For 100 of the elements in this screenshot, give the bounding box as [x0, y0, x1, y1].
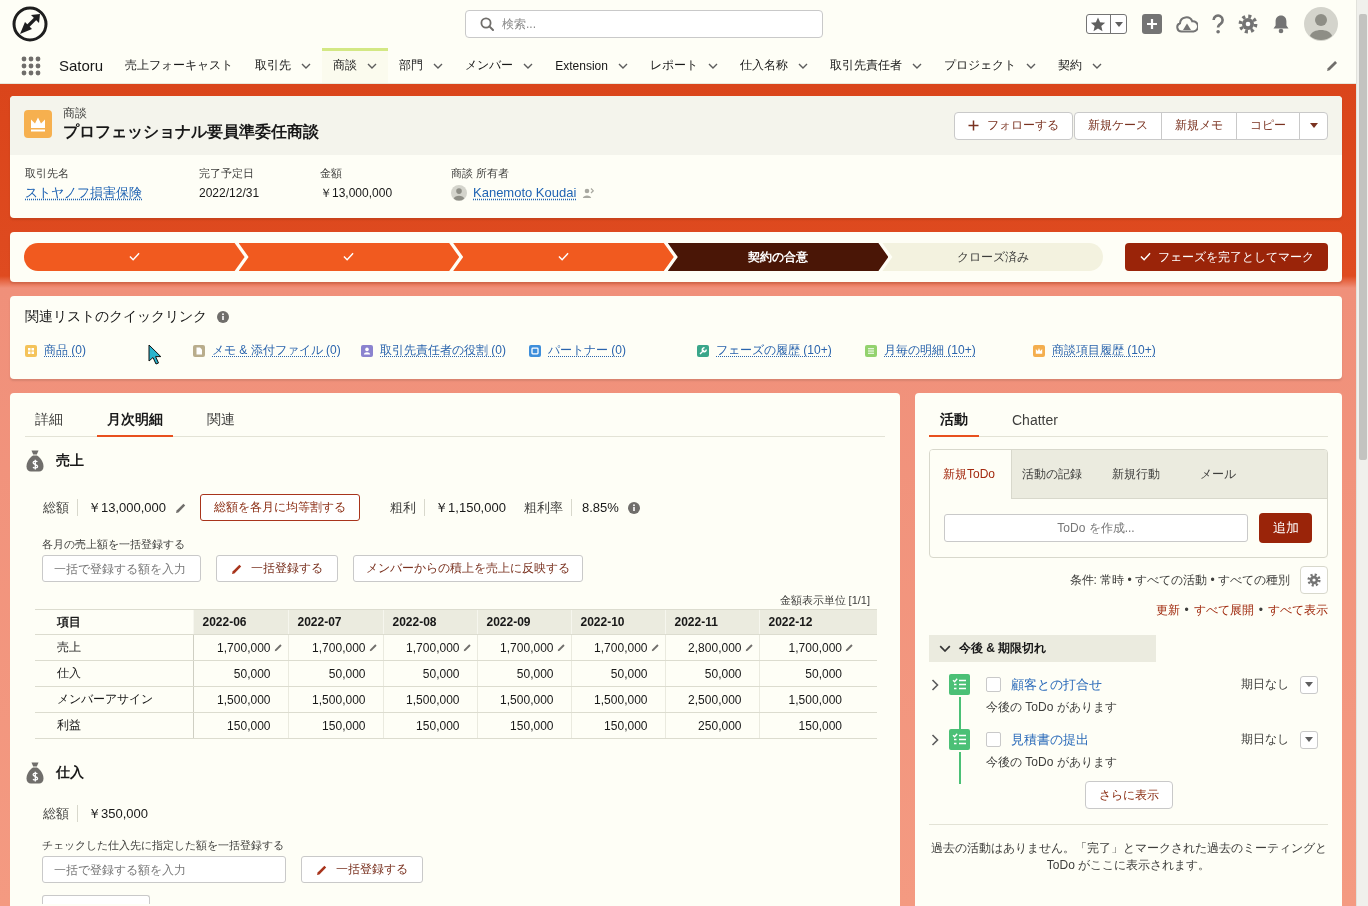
show-more-button[interactable]: さらに表示: [1084, 781, 1173, 809]
chevron-right-icon[interactable]: [931, 678, 939, 691]
nav-tab[interactable]: 商談: [322, 48, 389, 83]
chevron-down-icon[interactable]: [939, 644, 951, 653]
composer-tab[interactable]: 新規行動: [1102, 450, 1190, 498]
tab[interactable]: 活動: [929, 405, 979, 437]
nav-tab[interactable]: 取引先: [244, 48, 323, 83]
table-cell[interactable]: 1,700,000: [383, 634, 477, 661]
nav-tab[interactable]: 部門: [388, 48, 455, 83]
filter-settings-button[interactable]: [1300, 566, 1328, 594]
bell-icon[interactable]: [1272, 14, 1290, 34]
activity-link[interactable]: すべて展開: [1193, 603, 1254, 617]
nav-tab[interactable]: 契約: [1046, 48, 1113, 83]
tab[interactable]: 月次明細: [97, 405, 173, 437]
section-header[interactable]: 今後 & 期限切れ: [929, 635, 1156, 662]
info-icon[interactable]: [627, 501, 640, 514]
scrollbar[interactable]: [1356, 0, 1368, 906]
related-list-link[interactable]: 取引先責任者の役割 (0): [380, 342, 506, 359]
mark-stage-complete-button[interactable]: フェーズを完了としてマーク: [1125, 243, 1328, 271]
table-cell[interactable]: 2,800,000: [665, 634, 759, 661]
task-link[interactable]: 顧客との打合せ: [1011, 675, 1102, 694]
action-button[interactable]: コピー: [1236, 111, 1300, 140]
table-cell[interactable]: 1,700,000: [759, 634, 877, 661]
nav-tab[interactable]: レポート: [638, 48, 729, 83]
table-cell[interactable]: 1,700,000: [477, 634, 571, 661]
chevron-right-icon[interactable]: [931, 733, 939, 746]
add-button[interactable]: 追加: [1259, 513, 1312, 543]
more-actions-button[interactable]: [1299, 111, 1328, 140]
settings-icon[interactable]: [1238, 14, 1258, 34]
composer-tab[interactable]: 活動の記録: [1012, 450, 1102, 498]
bulk-register-button[interactable]: 一括登録する: [216, 555, 338, 582]
amount-input[interactable]: 一括で登録する額を入力: [42, 856, 286, 883]
related-list-link[interactable]: メモ & 添付ファイル (0): [212, 342, 341, 359]
activity-link[interactable]: すべて表示: [1268, 603, 1328, 617]
pencil-icon[interactable]: [845, 643, 854, 652]
task-link[interactable]: 見積書の提出: [1011, 730, 1089, 749]
action-button[interactable]: 新規メモ: [1161, 111, 1237, 140]
table-cell[interactable]: 1,700,000: [571, 634, 665, 661]
pencil-icon[interactable]: [1326, 59, 1339, 72]
pencil-icon[interactable]: [368, 643, 378, 652]
action-button[interactable]: 新規ケース: [1074, 111, 1162, 140]
user-avatar[interactable]: [1304, 7, 1338, 41]
table-cell[interactable]: 1,700,000: [288, 634, 383, 661]
related-list-link[interactable]: フェーズの履歴 (10+): [716, 342, 832, 359]
related-list-link[interactable]: 商談項目履歴 (10+): [1052, 342, 1156, 359]
table-cell: 150,000: [288, 712, 383, 739]
todo-input[interactable]: ToDo を作成...: [944, 514, 1248, 542]
cloud-mountain-icon[interactable]: [1176, 15, 1198, 33]
path-stage[interactable]: [238, 243, 460, 271]
field-value: ￥13,000,000: [320, 185, 393, 202]
table-cell[interactable]: 1,700,000: [193, 634, 288, 661]
owner-link[interactable]: Kanemoto Koudai: [473, 184, 577, 202]
pencil-icon[interactable]: [273, 643, 283, 652]
tab[interactable]: 詳細: [25, 405, 73, 437]
item-menu-button[interactable]: [1300, 730, 1318, 749]
related-list-link[interactable]: 商品 (0): [44, 342, 86, 359]
nav-tab[interactable]: プロジェクト: [932, 48, 1047, 83]
checkbox[interactable]: [986, 732, 1001, 747]
nav-tab[interactable]: 仕入名称: [728, 48, 819, 83]
field-label: 完了予定日: [199, 166, 254, 181]
nav-tab[interactable]: Extension: [544, 48, 639, 83]
follow-button[interactable]: フォローする: [954, 111, 1073, 140]
pencil-icon[interactable]: [650, 643, 660, 652]
account-link[interactable]: ストヤノフ損害保険: [25, 184, 142, 202]
path-stage[interactable]: [453, 243, 674, 271]
pencil-icon[interactable]: [462, 643, 472, 652]
table-cell: 1,500,000: [288, 686, 383, 713]
nav-tab[interactable]: 取引先責任者: [818, 48, 933, 83]
bulk-register-button[interactable]: 一括登録する: [301, 856, 423, 883]
item-menu-button[interactable]: [1300, 675, 1318, 694]
help-icon[interactable]: [1212, 14, 1224, 34]
related-list-link[interactable]: パートナー (0): [548, 342, 626, 359]
amount-text: 1,700,000: [312, 640, 366, 655]
column-header: 2022-12: [759, 609, 877, 635]
activity-link[interactable]: 更新: [1155, 603, 1180, 617]
path-stage[interactable]: 契約の合意: [667, 243, 889, 271]
path-stage[interactable]: クローズ済み: [882, 243, 1103, 271]
related-list-link[interactable]: 月毎の明細 (10+): [884, 342, 976, 359]
search-field[interactable]: 検索...: [465, 10, 823, 38]
pencil-icon[interactable]: [744, 643, 754, 652]
tab[interactable]: Chatter: [1001, 405, 1069, 437]
scrollbar-thumb[interactable]: [1358, 14, 1367, 460]
pencil-icon[interactable]: [175, 501, 188, 514]
checkbox[interactable]: [986, 677, 1001, 692]
composer-tab[interactable]: メール: [1190, 450, 1270, 498]
pencil-icon[interactable]: [556, 643, 566, 652]
info-icon[interactable]: [217, 311, 229, 323]
split-evenly-button[interactable]: 総額を各月に均等割する: [200, 494, 361, 521]
composer-tab[interactable]: 新規ToDo: [930, 450, 1012, 499]
amount-input[interactable]: 一括で登録する額を入力: [42, 555, 201, 582]
reflect-button[interactable]: メンバーからの積上を売上に反映する: [353, 555, 583, 582]
app-launcher-icon[interactable]: [21, 55, 41, 76]
plus-icon[interactable]: [1142, 14, 1162, 34]
favorites-button[interactable]: [1086, 14, 1127, 34]
tab[interactable]: 関連: [197, 405, 245, 437]
nav-tab[interactable]: メンバー: [454, 48, 545, 83]
app-logo[interactable]: [12, 6, 48, 42]
path-stage[interactable]: [24, 243, 245, 271]
nav-tab[interactable]: 売上フォーキャスト: [114, 48, 245, 83]
crown-icon: [24, 109, 52, 138]
